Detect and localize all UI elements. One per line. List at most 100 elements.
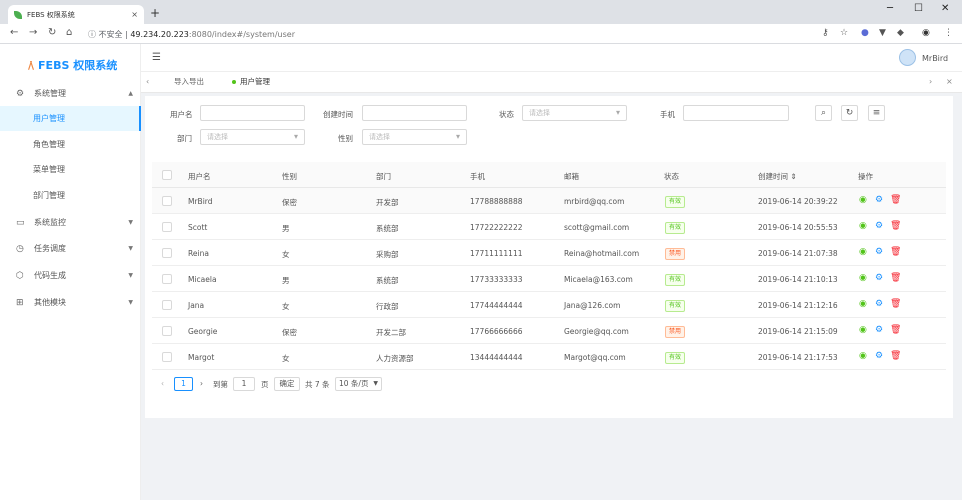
phone-input[interactable]: [683, 105, 789, 121]
sidebar-sub-roles[interactable]: 角色管理: [0, 132, 141, 157]
delete-icon[interactable]: 🗑: [890, 195, 901, 205]
eye-icon[interactable]: ◉: [859, 195, 867, 205]
cell-username: Jana: [188, 301, 205, 310]
delete-icon[interactable]: 🗑: [890, 299, 901, 309]
row-checkbox[interactable]: [162, 196, 172, 206]
tabs-scroll-left-icon[interactable]: ‹: [146, 77, 149, 86]
setting-icon[interactable]: ⚙: [875, 195, 883, 205]
delete-icon[interactable]: 🗑: [890, 351, 901, 361]
app-logo[interactable]: /\ FEBS 权限系统: [28, 57, 117, 73]
extension-icon[interactable]: ●: [861, 28, 869, 38]
goto-confirm-button[interactable]: 确定: [274, 377, 300, 391]
eye-icon[interactable]: ◉: [859, 273, 867, 283]
menu-fold-icon[interactable]: ☰: [152, 52, 161, 63]
url-field[interactable]: ⓘ 不安全 | 49.234.20.223:8080/index#/system…: [88, 29, 295, 40]
avatar[interactable]: [899, 49, 916, 66]
row-checkbox[interactable]: [162, 352, 172, 362]
sidebar-sub-depts[interactable]: 部门管理: [0, 183, 141, 208]
profile-icon[interactable]: ◉: [922, 28, 930, 38]
cell-email: Margot@qq.com: [564, 353, 626, 362]
more-button[interactable]: ≡: [868, 105, 885, 121]
reset-button[interactable]: ↻: [841, 105, 858, 121]
select-all-checkbox[interactable]: [162, 170, 172, 180]
minimize-button[interactable]: ─: [887, 3, 893, 14]
page-1-button[interactable]: 1: [174, 377, 193, 391]
eye-icon[interactable]: ◉: [859, 221, 867, 231]
close-window-button[interactable]: ✕: [941, 3, 949, 14]
eye-icon[interactable]: ◉: [859, 351, 867, 361]
menu-icon[interactable]: ⋮: [944, 28, 953, 38]
username[interactable]: MrBird: [922, 54, 948, 63]
dept-select[interactable]: 请选择: [200, 129, 305, 145]
next-page-icon[interactable]: ›: [200, 379, 203, 388]
prev-page-icon[interactable]: ‹: [161, 379, 164, 388]
setting-icon[interactable]: ⚙: [875, 247, 883, 257]
sidebar-item-label: 其他模块: [34, 298, 66, 307]
row-checkbox[interactable]: [162, 274, 172, 284]
row-checkbox[interactable]: [162, 222, 172, 232]
row-checkbox[interactable]: [162, 326, 172, 336]
key-icon[interactable]: ⚷: [822, 28, 829, 38]
search-button[interactable]: ⌕: [815, 105, 832, 121]
setting-icon[interactable]: ⚙: [875, 221, 883, 231]
tabs-scroll-right-icon[interactable]: ›: [929, 77, 932, 86]
username-input[interactable]: [200, 105, 305, 121]
created-range-input[interactable]: [362, 105, 467, 121]
sidebar-item-label: 代码生成: [34, 271, 66, 280]
back-icon[interactable]: ←: [10, 27, 18, 38]
row-checkbox[interactable]: [162, 300, 172, 310]
tab-user-management[interactable]: 用户管理: [232, 76, 270, 87]
cell-gender: 男: [282, 224, 290, 233]
status-select[interactable]: 请选择: [522, 105, 627, 121]
home-icon[interactable]: ⌂: [66, 27, 72, 38]
page-size-select[interactable]: 10 条/页 ▼: [335, 377, 382, 391]
new-tab-button[interactable]: +: [150, 6, 160, 20]
extension-icon[interactable]: ◆: [897, 28, 904, 38]
reload-icon: ↻: [845, 108, 854, 118]
setting-icon[interactable]: ⚙: [875, 273, 883, 283]
row-checkbox[interactable]: [162, 248, 172, 258]
eye-icon[interactable]: ◉: [859, 299, 867, 309]
url-host: 49.234.20.223: [130, 30, 189, 39]
status-badge: 有效: [665, 352, 686, 364]
cell-phone: 17733333333: [470, 275, 523, 284]
filter-icon[interactable]: ▼: [879, 28, 886, 38]
maximize-button[interactable]: ☐: [914, 3, 923, 14]
sidebar-sub-users[interactable]: 用户管理: [0, 106, 141, 131]
gender-select[interactable]: 请选择: [362, 129, 467, 145]
delete-icon[interactable]: 🗑: [890, 273, 901, 283]
star-icon[interactable]: ☆: [840, 28, 848, 38]
tab-import-export[interactable]: 导入导出: [174, 76, 204, 87]
cell-phone: 17744444444: [470, 301, 523, 310]
cell-username: Scott: [188, 223, 208, 232]
browser-tab[interactable]: FEBS 权限系统 ×: [8, 5, 144, 24]
setting-icon[interactable]: ⚙: [875, 351, 883, 361]
forward-icon[interactable]: →: [29, 27, 37, 38]
delete-icon[interactable]: 🗑: [890, 221, 901, 231]
sidebar-sub-menus[interactable]: 菜单管理: [0, 157, 141, 182]
cell-email: scott@gmail.com: [564, 223, 630, 232]
col-created[interactable]: 创建时间 ⇕: [758, 171, 797, 182]
sidebar-item-others[interactable]: ⊞ 其他模块 ▼: [0, 290, 141, 315]
cell-gender: 女: [282, 354, 290, 363]
tabs-close-icon[interactable]: ×: [946, 77, 953, 86]
sidebar-item-codegen[interactable]: ⬡ 代码生成 ▼: [0, 263, 141, 288]
close-tab-icon[interactable]: ×: [131, 10, 138, 19]
setting-icon[interactable]: ⚙: [875, 325, 883, 335]
eye-icon[interactable]: ◉: [859, 247, 867, 257]
cell-email: Reina@hotmail.com: [564, 249, 640, 258]
setting-icon[interactable]: ⚙: [875, 299, 883, 309]
sidebar-item-monitor[interactable]: ▭ 系统监控 ▼: [0, 210, 141, 235]
sidebar-item-system[interactable]: ⚙ 系统管理 ▲: [0, 81, 141, 106]
reload-icon[interactable]: ↻: [48, 27, 56, 38]
goto-page-input[interactable]: 1: [233, 377, 255, 391]
delete-icon[interactable]: 🗑: [890, 247, 901, 257]
eye-icon[interactable]: ◉: [859, 325, 867, 335]
delete-icon[interactable]: 🗑: [890, 325, 901, 335]
sidebar-item-jobs[interactable]: ◷ 任务调度 ▼: [0, 236, 141, 261]
logo-text: FEBS 权限系统: [38, 59, 118, 72]
gear-icon: ⚙: [16, 88, 25, 99]
cell-dept: 系统部: [376, 224, 399, 233]
top-header: [141, 44, 962, 72]
status-badge: 有效: [665, 274, 686, 286]
